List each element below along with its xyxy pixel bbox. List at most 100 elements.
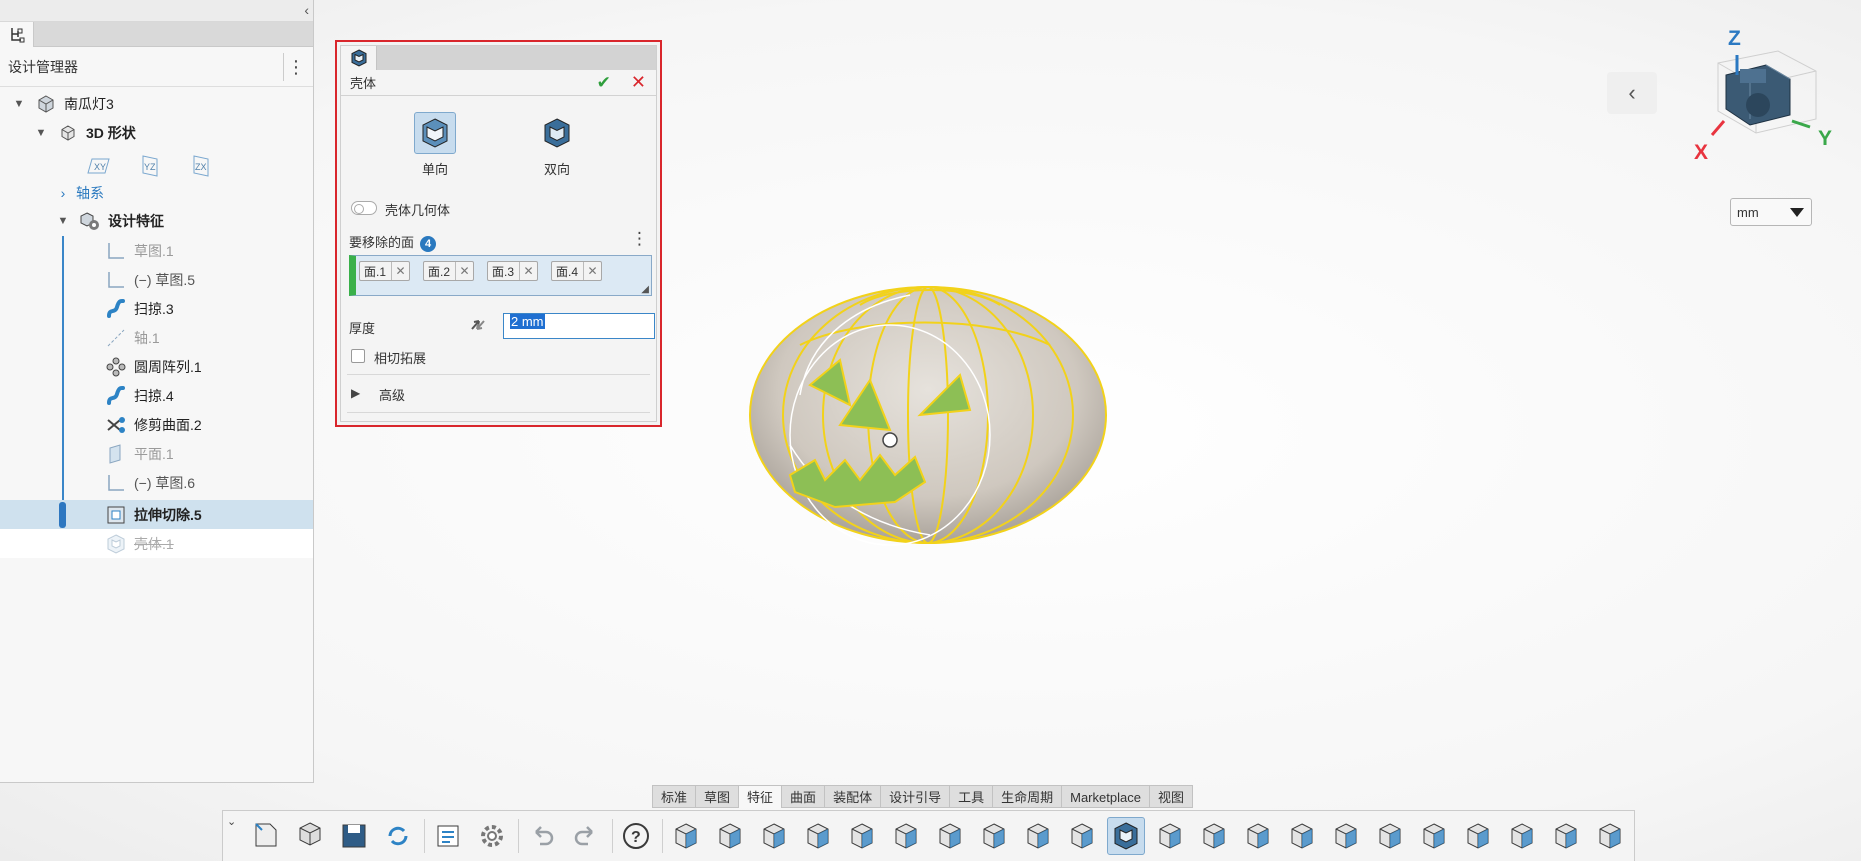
divider — [347, 412, 650, 413]
plane-xy-button[interactable]: XY — [86, 154, 112, 178]
plane-zx-button[interactable]: ZX — [188, 154, 214, 178]
collapse-right-button[interactable]: ‹ — [1607, 72, 1657, 114]
axis-x-label[interactable]: X — [1694, 141, 1708, 165]
chevron-right-icon[interactable]: › — [56, 185, 70, 201]
help-tool-button[interactable]: ? — [617, 817, 655, 855]
tree-item-sketch-1[interactable]: 草图.1 — [0, 236, 313, 265]
undo-tool-button[interactable] — [523, 817, 561, 855]
faces-more-icon[interactable]: ⋮ — [631, 229, 648, 249]
revolve-tool-button[interactable] — [711, 817, 749, 855]
move-body-tool-button[interactable] — [1503, 817, 1541, 855]
shell-tool-button[interactable] — [1107, 817, 1145, 855]
split-tool-button[interactable] — [1327, 817, 1365, 855]
expand-triangle-icon[interactable]: ▼ — [12, 98, 26, 110]
chevron-left-icon[interactable]: ‹ — [304, 2, 309, 18]
expand-triangle-icon[interactable]: ▶ — [351, 386, 360, 400]
expand-triangle-icon[interactable]: ▼ — [56, 215, 70, 227]
chamfer-tool-button[interactable] — [975, 817, 1013, 855]
tab-assembly[interactable]: 装配体 — [824, 785, 881, 808]
move-face-tool-button[interactable] — [1151, 817, 1189, 855]
remove-chip-icon[interactable]: ✕ — [583, 262, 601, 280]
extrude-tool-button[interactable] — [667, 817, 705, 855]
face-chip[interactable]: 面.1 ✕ — [359, 261, 411, 281]
tab-sketch[interactable]: 草图 — [695, 785, 739, 808]
plane-yz-button[interactable]: YZ — [137, 154, 163, 178]
confirm-check-icon[interactable]: ✔ — [597, 73, 611, 92]
draft-tool-button[interactable] — [1019, 817, 1057, 855]
pattern-tool-button[interactable] — [1239, 817, 1277, 855]
tree-item-axis-1[interactable]: 轴.1 — [0, 323, 313, 352]
advanced-section-label[interactable]: 高级 — [379, 385, 405, 404]
properties-tool-button[interactable] — [429, 817, 467, 855]
remove-chip-icon[interactable]: ✕ — [391, 262, 409, 280]
tree-item-part[interactable]: ▼ 南瓜灯3 — [0, 89, 313, 118]
regenerate-tool-button[interactable] — [379, 817, 417, 855]
tree-item-extrude-cut-5[interactable]: 拉伸切除.5 — [0, 500, 313, 529]
faces-selection-box[interactable]: 面.1 ✕ 面.2 ✕ 面.3 ✕ 面.4 ✕ ◢ — [349, 255, 652, 296]
more-options-icon[interactable]: ⋮ — [283, 52, 305, 81]
extrude-cut-tool-button[interactable] — [755, 817, 793, 855]
tab-feature-tree[interactable] — [0, 22, 34, 47]
tree-item-trim-surface-2[interactable]: 修剪曲面.2 — [0, 410, 313, 439]
new-doc-tool-button[interactable] — [247, 817, 285, 855]
mirror-tool-button[interactable] — [1195, 817, 1233, 855]
tab-marketplace[interactable]: Marketplace — [1061, 785, 1149, 808]
pivot-point[interactable] — [882, 432, 898, 448]
combine-tool-button[interactable] — [1371, 817, 1409, 855]
tree-item-design-features[interactable]: ▼ 设计特征 — [0, 206, 313, 235]
remove-chip-icon[interactable]: ✕ — [455, 262, 473, 280]
mode-two-direction-button[interactable]: 双向 — [527, 112, 587, 178]
tree-item-axis-system[interactable]: › 轴系 — [0, 178, 313, 207]
tab-design-guide[interactable]: 设计引导 — [880, 785, 950, 808]
expand-triangle-icon[interactable]: ▼ — [34, 127, 48, 139]
thickness-input[interactable]: 2 mm — [503, 313, 655, 339]
tree-item-sketch-5[interactable]: (−) 草图.5 — [0, 265, 313, 294]
face-chip[interactable]: 面.3 ✕ — [487, 261, 539, 281]
pumpkin-model[interactable] — [740, 275, 1120, 555]
delete-body-tool-button[interactable] — [1459, 817, 1497, 855]
tree-item-shell-1[interactable]: 壳体.1 — [0, 529, 313, 558]
remove-chip-icon[interactable]: ✕ — [519, 262, 537, 280]
tab-lifecycle[interactable]: 生命周期 — [992, 785, 1062, 808]
save-tool-button[interactable] — [335, 817, 373, 855]
design-manager-panel: ‹ 设计管理器 ⋮ ▼ 南瓜灯3 ▼ 3D 形状 XY YZ ZX › 轴系 ▼… — [0, 0, 314, 783]
tab-surface[interactable]: 曲面 — [781, 785, 825, 808]
tab-shell-properties[interactable] — [341, 46, 377, 70]
dome-tool-button[interactable] — [1547, 817, 1585, 855]
wrap-tool-button[interactable] — [1283, 817, 1321, 855]
cancel-x-icon[interactable]: ✕ — [631, 72, 646, 92]
tab-features[interactable]: 特征 — [738, 785, 782, 808]
fillet-tool-button[interactable] — [931, 817, 969, 855]
axis-y-label[interactable]: Y — [1818, 127, 1832, 151]
tree-item-plane-1[interactable]: 平面.1 — [0, 439, 313, 468]
face-chip[interactable]: 面.4 ✕ — [551, 261, 603, 281]
shell-body-toggle[interactable] — [351, 201, 377, 215]
tree-item-3d-shape[interactable]: ▼ 3D 形状 — [0, 118, 313, 147]
tab-tools[interactable]: 工具 — [949, 785, 993, 808]
loft-tool-button[interactable] — [887, 817, 925, 855]
tab-standard[interactable]: 标准 — [652, 785, 696, 808]
rib-tool-button[interactable] — [1063, 817, 1101, 855]
axis-z-label[interactable]: Z — [1728, 27, 1741, 51]
mode-one-direction-button[interactable]: 单向 — [405, 112, 465, 178]
redo-tool-button[interactable] — [567, 817, 605, 855]
toolbar-collapse-icon[interactable]: ⌄ — [227, 815, 236, 828]
tangent-propagation-checkbox[interactable] — [351, 349, 365, 363]
tree-item-sweep-4[interactable]: 扫掠.4 — [0, 381, 313, 410]
tree-item-sweep-3[interactable]: 扫掠.3 — [0, 294, 313, 323]
view-cube-gizmo[interactable]: Z X Y — [1680, 25, 1840, 165]
sweep-tool-button[interactable] — [799, 817, 837, 855]
reverse-direction-icon[interactable] — [467, 314, 489, 339]
face-chip[interactable]: 面.2 ✕ — [423, 261, 475, 281]
settings-tool-button[interactable] — [473, 817, 511, 855]
panel-collapse-bar[interactable]: ‹ — [0, 0, 313, 22]
tab-view[interactable]: 视图 — [1148, 785, 1193, 808]
tree-item-sketch-6[interactable]: (−) 草图.6 — [0, 468, 313, 497]
thicken-tool-button[interactable] — [1591, 817, 1629, 855]
sweep-cut-tool-button[interactable] — [843, 817, 881, 855]
unit-select[interactable]: mm — [1730, 198, 1812, 226]
tree-item-circular-pattern-1[interactable]: 圆周阵列.1 — [0, 352, 313, 381]
scale-tool-button[interactable] — [1415, 817, 1453, 855]
open-tool-button[interactable] — [291, 817, 329, 855]
resize-grip-icon[interactable]: ◢ — [641, 284, 649, 295]
